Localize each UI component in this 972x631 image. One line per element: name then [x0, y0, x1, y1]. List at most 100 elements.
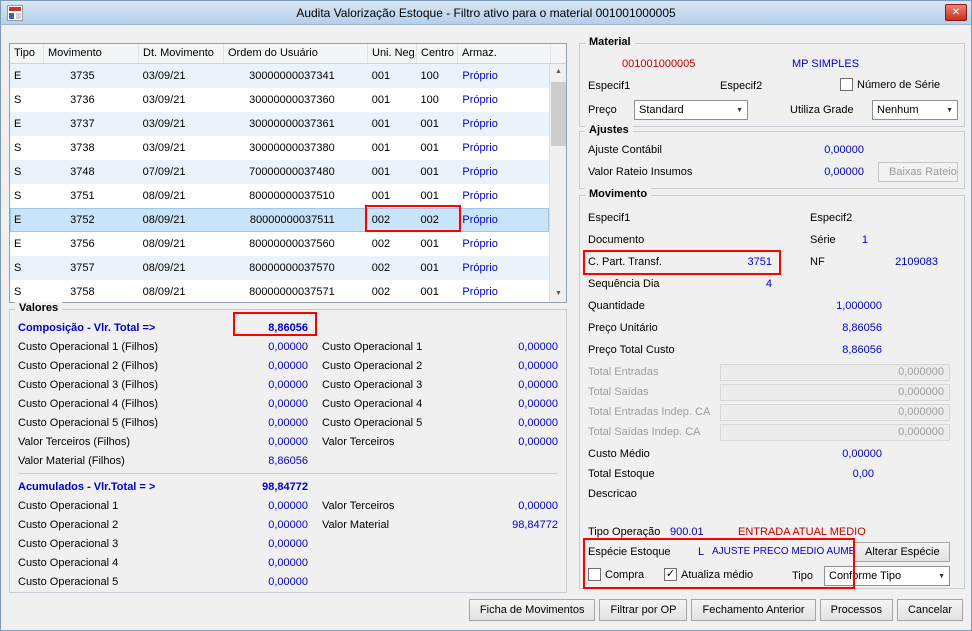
table-scrollbar[interactable]: ▲ ▼	[549, 64, 566, 302]
valores-row-value-2: 0,00000	[518, 340, 558, 353]
table-row[interactable]: E 3752 08/09/21 80000000037511 002 002 Próprio	[10, 208, 549, 232]
table-cell: 001	[420, 118, 439, 130]
valores-row-value: 0,00000	[268, 518, 308, 531]
material-especif1-label: Especif1	[588, 80, 631, 92]
column-header-0[interactable]: Tipo	[10, 44, 44, 63]
table-row[interactable]: S 3751 08/09/21 80000000037510 001 001 Próprio	[10, 184, 549, 208]
material-group: Material 001001000005 MP SIMPLES Especif…	[579, 36, 965, 127]
composicao-value: 8,86056	[268, 321, 308, 334]
table-row[interactable]: S 3758 08/09/21 80000000037571 002 001 Próprio	[10, 280, 549, 304]
valores-row-label-2: Valor Material	[322, 518, 390, 531]
column-header-1[interactable]: Movimento	[44, 44, 139, 63]
checkbox-box-icon	[840, 78, 853, 91]
tipo-select[interactable]: Conforme Tipo ▼	[824, 566, 950, 586]
baixas-rateio-button[interactable]: Baixas Rateio	[878, 162, 958, 182]
table-cell: 80000000037570	[249, 262, 335, 274]
footer-button-cancelar[interactable]: Cancelar	[896, 599, 963, 621]
valores-row: Custo Operacional 5 (Filhos) 0,00000 Custo…	[10, 413, 566, 432]
utiliza-grade-select[interactable]: Nenhum ▼	[872, 100, 958, 120]
especie-estoque-code: L	[698, 546, 705, 558]
documento-label: Documento	[588, 234, 645, 246]
alterar-especie-button[interactable]: Alterar Espécie	[854, 542, 950, 562]
table-cell: Próprio	[462, 142, 498, 154]
table-cell: 3758	[70, 286, 95, 298]
valores-row-value: 0,00000	[268, 499, 308, 512]
scrollbar-thumb[interactable]	[551, 82, 566, 146]
nf-value: 2109083	[895, 256, 938, 268]
table-cell: 30000000037360	[249, 94, 335, 106]
mov-especif1-label: Especif1	[588, 212, 631, 224]
column-header-4[interactable]: Uni. Neg.	[368, 44, 417, 63]
table-cell: Próprio	[462, 262, 498, 274]
valores-row: Custo Operacional 5 0,00000	[10, 572, 566, 591]
table-cell: 30000000037341	[249, 70, 335, 82]
valores-row-label: Custo Operacional 2	[18, 518, 119, 531]
valores-row: Custo Operacional 3 0,00000	[10, 534, 566, 553]
valores-row-value: 0,00000	[268, 435, 308, 448]
preco-unitario-label: Preço Unitário	[588, 322, 658, 334]
table-cell: S	[14, 142, 22, 154]
cpart-value: 3751	[747, 256, 772, 268]
numero-serie-checkbox[interactable]: Número de Série	[840, 78, 940, 91]
acumulados-value: 98,84772	[262, 480, 308, 493]
scroll-down-icon[interactable]: ▼	[550, 286, 567, 302]
total-estoque-value: 0,00	[852, 468, 874, 480]
table-cell: 30000000037380	[249, 142, 335, 154]
table-row[interactable]: S 3757 08/09/21 80000000037570 002 001 Próprio	[10, 256, 549, 280]
footer-button-fechamento-anterior[interactable]: Fechamento Anterior	[691, 599, 816, 621]
acumulados-row: Acumulados - Vlr.Total = > 98,84772	[10, 477, 566, 496]
column-header-3[interactable]: Ordem do Usuário	[224, 44, 368, 63]
table-row[interactable]: E 3756 08/09/21 80000000037560 002 001 Próprio	[10, 232, 549, 256]
table-row[interactable]: E 3735 03/09/21 30000000037341 001 100 Próprio	[10, 64, 549, 88]
custo-medio-label: Custo Médio	[588, 448, 650, 460]
close-button[interactable]: ✕	[945, 4, 967, 21]
valores-row-label: Custo Operacional 5	[18, 575, 119, 588]
table-cell: 001	[371, 142, 391, 154]
table-row[interactable]: S 3736 03/09/21 30000000037360 001 100 Próprio	[10, 88, 549, 112]
footer-button-ficha-de-movimentos[interactable]: Ficha de Movimentos	[468, 599, 596, 621]
table-cell: 3738	[70, 142, 95, 154]
valores-row-label: Custo Operacional 4 (Filhos)	[18, 397, 159, 410]
table-cell: 08/09/21	[142, 262, 186, 274]
checkbox-box-icon	[588, 568, 601, 581]
valores-row-label-2: Valor Terceiros	[322, 499, 395, 512]
footer-button-filtrar-por-op[interactable]: Filtrar por OP	[599, 599, 688, 621]
column-header-2[interactable]: Dt. Movimento	[139, 44, 224, 63]
table-cell: 001	[371, 118, 391, 130]
column-header-5[interactable]: Centro	[417, 44, 458, 63]
table-cell: 30000000037361	[249, 118, 335, 130]
table-row[interactable]: E 3737 03/09/21 30000000037361 001 001 Próprio	[10, 112, 549, 136]
table-cell: 3752	[70, 214, 95, 226]
valor-rateio-value: 0,00000	[824, 166, 864, 178]
footer-button-processos[interactable]: Processos	[819, 599, 893, 621]
valores-row-value: 0,00000	[268, 537, 308, 550]
table-cell: 3748	[70, 166, 95, 178]
preco-total-custo-label: Preço Total Custo	[588, 344, 675, 356]
scroll-up-icon[interactable]: ▲	[550, 64, 567, 80]
tipo-label: Tipo	[792, 570, 813, 582]
compra-checkbox[interactable]: Compra	[588, 568, 644, 581]
table-cell: 001	[371, 70, 391, 82]
sequencia-dia-value: 4	[765, 278, 772, 290]
table-cell: 002	[371, 214, 391, 226]
table-cell: 03/09/21	[142, 142, 186, 154]
preco-select[interactable]: Standard ▼	[634, 100, 748, 120]
quantidade-label: Quantidade	[588, 300, 645, 312]
table-row[interactable]: S 3738 03/09/21 30000000037380 001 001 Próprio	[10, 136, 549, 160]
valores-row-label-2: Valor Terceiros	[322, 435, 395, 448]
table-cell: 002	[371, 286, 391, 298]
table-cell: S	[14, 190, 22, 202]
column-header-6[interactable]: Armaz.	[458, 44, 551, 63]
valores-row-value-2: 0,00000	[518, 435, 558, 448]
valores-row: Valor Material (Filhos) 8,86056	[10, 451, 566, 470]
disabled-field-value: 0,000000	[720, 364, 950, 381]
atualiza-medio-checkbox[interactable]: Atualiza médio	[664, 568, 753, 581]
table-row[interactable]: S 3748 07/09/21 70000000037480 001 001 Próprio	[10, 160, 549, 184]
table-cell: 001	[420, 286, 439, 298]
valores-row-value: 0,00000	[268, 359, 308, 372]
valores-row-label-2: Custo Operacional 1	[322, 340, 423, 353]
table-cell: S	[14, 94, 22, 106]
table-cell: E	[14, 238, 22, 250]
valores-row: Custo Operacional 1 0,00000 Valor Terceiro…	[10, 496, 566, 515]
table-cell: S	[14, 262, 22, 274]
